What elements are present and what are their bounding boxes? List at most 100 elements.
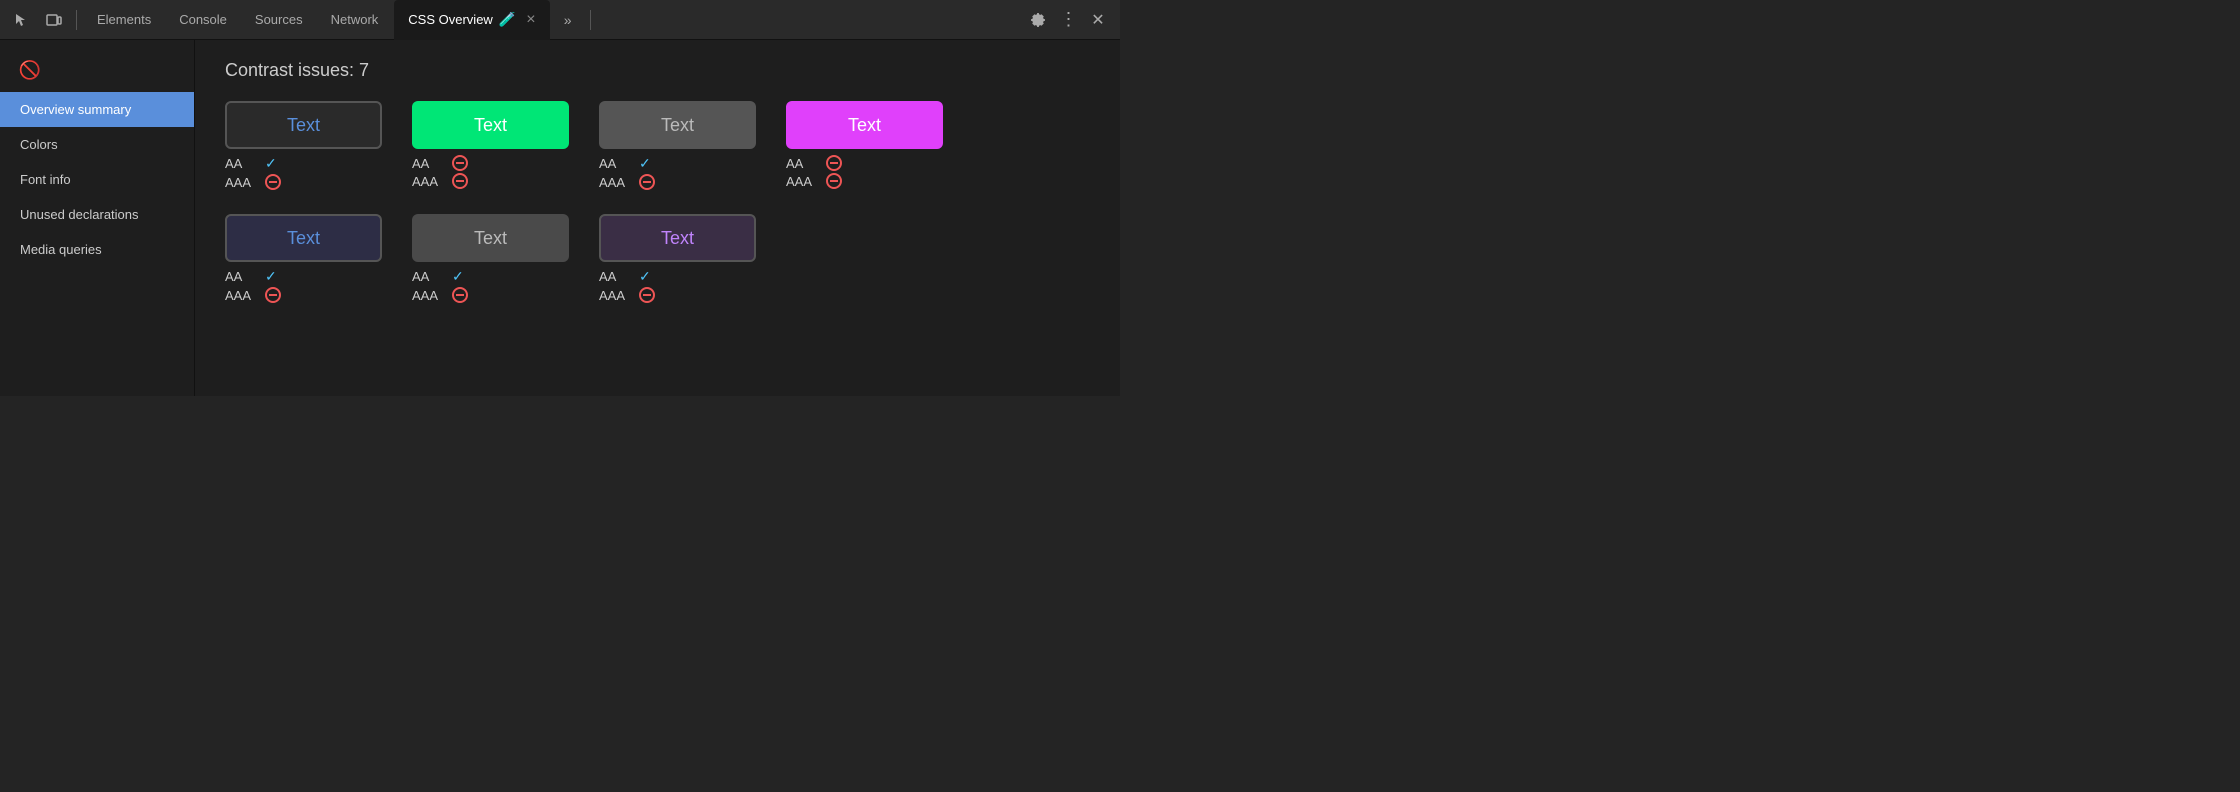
aaa-label-4: AAA bbox=[786, 174, 818, 189]
check-row-aa-6: AA ✓ bbox=[412, 268, 468, 285]
contrast-issues-title: Contrast issues: 7 bbox=[225, 60, 1090, 81]
sidebar-item-unused-declarations[interactable]: Unused declarations bbox=[0, 197, 194, 232]
fail-icon-aaa-3 bbox=[639, 174, 655, 190]
sidebar-item-font-info[interactable]: Font info bbox=[0, 162, 194, 197]
aa-label-7: AA bbox=[599, 269, 631, 284]
check-row-aaa-1: AAA bbox=[225, 174, 281, 190]
contrast-box-5[interactable]: Text bbox=[225, 214, 382, 262]
contrast-box-4[interactable]: Text bbox=[786, 101, 943, 149]
contrast-checks-6: AA ✓ AAA bbox=[412, 268, 468, 303]
check-row-aa-7: AA ✓ bbox=[599, 268, 655, 285]
contrast-item-4: Text AA AAA bbox=[786, 101, 943, 190]
pass-icon-aa-1: ✓ bbox=[265, 155, 277, 172]
contrast-box-text-4: Text bbox=[848, 115, 881, 136]
contrast-item-1: Text AA ✓ AAA bbox=[225, 101, 382, 190]
sidebar-item-colors[interactable]: Colors bbox=[0, 127, 194, 162]
pass-icon-aa-7: ✓ bbox=[639, 268, 651, 285]
devtools-toolbar: Elements Console Sources Network CSS Ove… bbox=[0, 0, 1120, 40]
aa-label-3: AA bbox=[599, 156, 631, 171]
tab-console[interactable]: Console bbox=[167, 0, 239, 40]
content-area: Contrast issues: 7 Text AA ✓ AAA bbox=[195, 40, 1120, 396]
pass-icon-aa-5: ✓ bbox=[265, 268, 277, 285]
check-row-aaa-5: AAA bbox=[225, 287, 281, 303]
tab-network[interactable]: Network bbox=[319, 0, 391, 40]
check-row-aa-3: AA ✓ bbox=[599, 155, 655, 172]
contrast-box-text-6: Text bbox=[474, 228, 507, 249]
toolbar-right-controls: ⋮ ✕ bbox=[1024, 6, 1112, 34]
check-row-aa-4: AA bbox=[786, 155, 842, 171]
close-devtools-icon[interactable]: ✕ bbox=[1084, 6, 1112, 34]
pass-icon-aa-3: ✓ bbox=[639, 155, 651, 172]
contrast-checks-3: AA ✓ AAA bbox=[599, 155, 655, 190]
contrast-item-2: Text AA AAA bbox=[412, 101, 569, 190]
cursor-tool-icon[interactable] bbox=[8, 6, 36, 34]
contrast-checks-5: AA ✓ AAA bbox=[225, 268, 281, 303]
check-row-aaa-4: AAA bbox=[786, 173, 842, 189]
check-row-aa-2: AA bbox=[412, 155, 468, 171]
sidebar-item-overview[interactable]: Overview summary bbox=[0, 92, 194, 127]
contrast-box-2[interactable]: Text bbox=[412, 101, 569, 149]
aa-label-5: AA bbox=[225, 269, 257, 284]
fail-icon-aa-2 bbox=[452, 155, 468, 171]
contrast-checks-4: AA AAA bbox=[786, 155, 842, 189]
settings-icon[interactable] bbox=[1024, 6, 1052, 34]
contrast-row-1: Text AA ✓ AAA bbox=[225, 101, 1090, 190]
aaa-label-6: AAA bbox=[412, 288, 444, 303]
aa-label-1: AA bbox=[225, 156, 257, 171]
more-tabs-icon[interactable]: » bbox=[554, 6, 582, 34]
check-row-aaa-3: AAA bbox=[599, 174, 655, 190]
aaa-label-1: AAA bbox=[225, 175, 257, 190]
contrast-checks-1: AA ✓ AAA bbox=[225, 155, 281, 190]
contrast-item-7: Text AA ✓ AAA bbox=[599, 214, 756, 303]
tab-css-overview[interactable]: CSS Overview 🧪 × bbox=[394, 0, 549, 40]
contrast-box-text-7: Text bbox=[661, 228, 694, 249]
check-row-aa-5: AA ✓ bbox=[225, 268, 281, 285]
check-row-aaa-2: AAA bbox=[412, 173, 468, 189]
contrast-box-text-2: Text bbox=[474, 115, 507, 136]
tab-sources[interactable]: Sources bbox=[243, 0, 315, 40]
fail-icon-aaa-2 bbox=[452, 173, 468, 189]
aaa-label-2: AAA bbox=[412, 174, 444, 189]
fail-icon-aa-4 bbox=[826, 155, 842, 171]
tab-close-icon[interactable]: × bbox=[526, 11, 535, 29]
device-toggle-icon[interactable] bbox=[40, 6, 68, 34]
flask-icon: 🧪 bbox=[499, 11, 516, 28]
aa-label-2: AA bbox=[412, 156, 444, 171]
check-row-aaa-6: AAA bbox=[412, 287, 468, 303]
blocked-icon: 🚫 bbox=[16, 56, 44, 84]
fail-icon-aaa-5 bbox=[265, 287, 281, 303]
aa-label-4: AA bbox=[786, 156, 818, 171]
contrast-box-text-1: Text bbox=[287, 115, 320, 136]
contrast-box-7[interactable]: Text bbox=[599, 214, 756, 262]
contrast-box-text-3: Text bbox=[661, 115, 694, 136]
contrast-checks-2: AA AAA bbox=[412, 155, 468, 189]
pass-icon-aa-6: ✓ bbox=[452, 268, 464, 285]
check-row-aa-1: AA ✓ bbox=[225, 155, 281, 172]
contrast-grid: Text AA ✓ AAA bbox=[225, 101, 1090, 303]
fail-icon-aaa-1 bbox=[265, 174, 281, 190]
fail-icon-aaa-4 bbox=[826, 173, 842, 189]
contrast-box-3[interactable]: Text bbox=[599, 101, 756, 149]
fail-icon-aaa-7 bbox=[639, 287, 655, 303]
contrast-item-3: Text AA ✓ AAA bbox=[599, 101, 756, 190]
sidebar-item-media-queries[interactable]: Media queries bbox=[0, 232, 194, 267]
more-options-icon[interactable]: ⋮ bbox=[1054, 6, 1082, 34]
contrast-box-1[interactable]: Text bbox=[225, 101, 382, 149]
main-layout: 🚫 Overview summary Colors Font info Unus… bbox=[0, 40, 1120, 396]
sidebar: 🚫 Overview summary Colors Font info Unus… bbox=[0, 40, 195, 396]
fail-icon-aaa-6 bbox=[452, 287, 468, 303]
tab-elements[interactable]: Elements bbox=[85, 0, 163, 40]
toolbar-divider-2 bbox=[590, 10, 591, 30]
check-row-aaa-7: AAA bbox=[599, 287, 655, 303]
aaa-label-5: AAA bbox=[225, 288, 257, 303]
aaa-label-7: AAA bbox=[599, 288, 631, 303]
aa-label-6: AA bbox=[412, 269, 444, 284]
contrast-row-2: Text AA ✓ AAA bbox=[225, 214, 1090, 303]
contrast-item-6: Text AA ✓ AAA bbox=[412, 214, 569, 303]
contrast-box-6[interactable]: Text bbox=[412, 214, 569, 262]
contrast-box-text-5: Text bbox=[287, 228, 320, 249]
contrast-checks-7: AA ✓ AAA bbox=[599, 268, 655, 303]
toolbar-divider-1 bbox=[76, 10, 77, 30]
aaa-label-3: AAA bbox=[599, 175, 631, 190]
contrast-item-5: Text AA ✓ AAA bbox=[225, 214, 382, 303]
